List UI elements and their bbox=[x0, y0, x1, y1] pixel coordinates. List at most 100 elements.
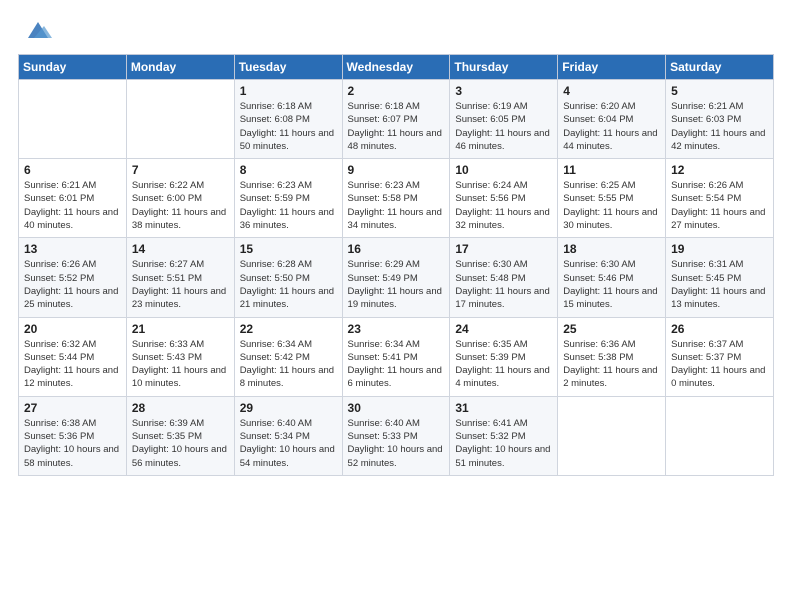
day-cell bbox=[558, 396, 666, 475]
day-number: 29 bbox=[240, 401, 337, 415]
day-cell: 4 Sunrise: 6:20 AMSunset: 6:04 PMDaylight… bbox=[558, 80, 666, 159]
day-number: 4 bbox=[563, 84, 660, 98]
day-cell: 13Sunrise: 6:26 AMSunset: 5:52 PMDayligh… bbox=[19, 238, 127, 317]
day-content: Sunrise: 6:24 AMSunset: 5:56 PMDaylight:… bbox=[455, 179, 552, 232]
day-content: Sunrise: 6:25 AMSunset: 5:55 PMDaylight:… bbox=[563, 179, 660, 232]
day-number: 9 bbox=[348, 163, 445, 177]
calendar-table: SundayMondayTuesdayWednesdayThursdayFrid… bbox=[18, 54, 774, 476]
day-cell bbox=[126, 80, 234, 159]
day-cell: 17 Sunrise: 6:30 AMSunset: 5:48 PMDayligh… bbox=[450, 238, 558, 317]
day-content: Sunrise: 6:30 AMSunset: 5:48 PMDaylight:… bbox=[455, 258, 552, 311]
day-content: Sunrise: 6:27 AMSunset: 5:51 PMDaylight:… bbox=[132, 258, 229, 311]
day-content: Sunrise: 6:21 AMSunset: 6:01 PMDaylight:… bbox=[24, 179, 121, 232]
day-cell: 2 Sunrise: 6:18 AMSunset: 6:07 PMDaylight… bbox=[342, 80, 450, 159]
day-number: 20 bbox=[24, 322, 121, 336]
day-cell bbox=[19, 80, 127, 159]
day-cell: 29 Sunrise: 6:40 AMSunset: 5:34 PMDayligh… bbox=[234, 396, 342, 475]
day-cell: 21Sunrise: 6:33 AMSunset: 5:43 PMDayligh… bbox=[126, 317, 234, 396]
day-cell: 18 Sunrise: 6:30 AMSunset: 5:46 PMDayligh… bbox=[558, 238, 666, 317]
day-number: 26 bbox=[671, 322, 768, 336]
day-content: Sunrise: 6:34 AMSunset: 5:42 PMDaylight:… bbox=[240, 338, 337, 391]
day-content: Sunrise: 6:35 AMSunset: 5:39 PMDaylight:… bbox=[455, 338, 552, 391]
day-number: 3 bbox=[455, 84, 552, 98]
day-content: Sunrise: 6:38 AMSunset: 5:36 PMDaylight:… bbox=[24, 417, 121, 470]
day-cell: 8Sunrise: 6:23 AMSunset: 5:59 PMDaylight… bbox=[234, 159, 342, 238]
col-header-friday: Friday bbox=[558, 55, 666, 80]
day-content: Sunrise: 6:18 AMSunset: 6:07 PMDaylight:… bbox=[348, 100, 445, 153]
day-number: 16 bbox=[348, 242, 445, 256]
day-cell: 9 Sunrise: 6:23 AMSunset: 5:58 PMDaylight… bbox=[342, 159, 450, 238]
day-cell: 20 Sunrise: 6:32 AMSunset: 5:44 PMDayligh… bbox=[19, 317, 127, 396]
day-content: Sunrise: 6:31 AMSunset: 5:45 PMDaylight:… bbox=[671, 258, 768, 311]
day-cell: 1 Sunrise: 6:18 AMSunset: 6:08 PMDaylight… bbox=[234, 80, 342, 159]
day-number: 14 bbox=[132, 242, 229, 256]
day-cell: 10Sunrise: 6:24 AMSunset: 5:56 PMDayligh… bbox=[450, 159, 558, 238]
day-number: 5 bbox=[671, 84, 768, 98]
day-cell: 12 Sunrise: 6:26 AMSunset: 5:54 PMDayligh… bbox=[666, 159, 774, 238]
day-number: 13 bbox=[24, 242, 121, 256]
day-number: 8 bbox=[240, 163, 337, 177]
day-content: Sunrise: 6:29 AMSunset: 5:49 PMDaylight:… bbox=[348, 258, 445, 311]
day-content: Sunrise: 6:19 AMSunset: 6:05 PMDaylight:… bbox=[455, 100, 552, 153]
day-cell: 14 Sunrise: 6:27 AMSunset: 5:51 PMDayligh… bbox=[126, 238, 234, 317]
day-cell: 3 Sunrise: 6:19 AMSunset: 6:05 PMDaylight… bbox=[450, 80, 558, 159]
day-content: Sunrise: 6:36 AMSunset: 5:38 PMDaylight:… bbox=[563, 338, 660, 391]
day-number: 28 bbox=[132, 401, 229, 415]
col-header-wednesday: Wednesday bbox=[342, 55, 450, 80]
day-cell: 6 Sunrise: 6:21 AMSunset: 6:01 PMDaylight… bbox=[19, 159, 127, 238]
day-number: 27 bbox=[24, 401, 121, 415]
day-content: Sunrise: 6:21 AMSunset: 6:03 PMDaylight:… bbox=[671, 100, 768, 153]
day-cell: 16 Sunrise: 6:29 AMSunset: 5:49 PMDayligh… bbox=[342, 238, 450, 317]
day-content: Sunrise: 6:34 AMSunset: 5:41 PMDaylight:… bbox=[348, 338, 445, 391]
day-cell: 23Sunrise: 6:34 AMSunset: 5:41 PMDayligh… bbox=[342, 317, 450, 396]
calendar-page: SundayMondayTuesdayWednesdayThursdayFrid… bbox=[0, 0, 792, 612]
day-content: Sunrise: 6:22 AMSunset: 6:00 PMDaylight:… bbox=[132, 179, 229, 232]
day-number: 31 bbox=[455, 401, 552, 415]
day-content: Sunrise: 6:40 AMSunset: 5:34 PMDaylight:… bbox=[240, 417, 337, 470]
day-number: 21 bbox=[132, 322, 229, 336]
day-content: Sunrise: 6:18 AMSunset: 6:08 PMDaylight:… bbox=[240, 100, 337, 153]
col-header-monday: Monday bbox=[126, 55, 234, 80]
week-row-5: 27 Sunrise: 6:38 AMSunset: 5:36 PMDayligh… bbox=[19, 396, 774, 475]
day-content: Sunrise: 6:32 AMSunset: 5:44 PMDaylight:… bbox=[24, 338, 121, 391]
day-number: 18 bbox=[563, 242, 660, 256]
day-cell: 27 Sunrise: 6:38 AMSunset: 5:36 PMDayligh… bbox=[19, 396, 127, 475]
day-cell: 31Sunrise: 6:41 AMSunset: 5:32 PMDayligh… bbox=[450, 396, 558, 475]
day-cell: 15Sunrise: 6:28 AMSunset: 5:50 PMDayligh… bbox=[234, 238, 342, 317]
day-header-row: SundayMondayTuesdayWednesdayThursdayFrid… bbox=[19, 55, 774, 80]
week-row-2: 6 Sunrise: 6:21 AMSunset: 6:01 PMDaylight… bbox=[19, 159, 774, 238]
day-cell: 26Sunrise: 6:37 AMSunset: 5:37 PMDayligh… bbox=[666, 317, 774, 396]
week-row-3: 13Sunrise: 6:26 AMSunset: 5:52 PMDayligh… bbox=[19, 238, 774, 317]
day-cell: 28 Sunrise: 6:39 AMSunset: 5:35 PMDayligh… bbox=[126, 396, 234, 475]
day-content: Sunrise: 6:20 AMSunset: 6:04 PMDaylight:… bbox=[563, 100, 660, 153]
day-content: Sunrise: 6:23 AMSunset: 5:58 PMDaylight:… bbox=[348, 179, 445, 232]
day-cell bbox=[666, 396, 774, 475]
day-number: 19 bbox=[671, 242, 768, 256]
day-number: 11 bbox=[563, 163, 660, 177]
day-cell: 11 Sunrise: 6:25 AMSunset: 5:55 PMDayligh… bbox=[558, 159, 666, 238]
day-number: 2 bbox=[348, 84, 445, 98]
day-cell: 7 Sunrise: 6:22 AMSunset: 6:00 PMDaylight… bbox=[126, 159, 234, 238]
logo bbox=[18, 16, 52, 44]
col-header-tuesday: Tuesday bbox=[234, 55, 342, 80]
day-number: 6 bbox=[24, 163, 121, 177]
day-number: 7 bbox=[132, 163, 229, 177]
col-header-thursday: Thursday bbox=[450, 55, 558, 80]
week-row-4: 20 Sunrise: 6:32 AMSunset: 5:44 PMDayligh… bbox=[19, 317, 774, 396]
day-cell: 19 Sunrise: 6:31 AMSunset: 5:45 PMDayligh… bbox=[666, 238, 774, 317]
day-number: 17 bbox=[455, 242, 552, 256]
day-number: 15 bbox=[240, 242, 337, 256]
day-number: 25 bbox=[563, 322, 660, 336]
day-cell: 30Sunrise: 6:40 AMSunset: 5:33 PMDayligh… bbox=[342, 396, 450, 475]
day-number: 1 bbox=[240, 84, 337, 98]
day-cell: 25 Sunrise: 6:36 AMSunset: 5:38 PMDayligh… bbox=[558, 317, 666, 396]
day-number: 12 bbox=[671, 163, 768, 177]
day-content: Sunrise: 6:40 AMSunset: 5:33 PMDaylight:… bbox=[348, 417, 445, 470]
logo-icon bbox=[24, 16, 52, 44]
day-content: Sunrise: 6:26 AMSunset: 5:54 PMDaylight:… bbox=[671, 179, 768, 232]
col-header-sunday: Sunday bbox=[19, 55, 127, 80]
col-header-saturday: Saturday bbox=[666, 55, 774, 80]
day-content: Sunrise: 6:30 AMSunset: 5:46 PMDaylight:… bbox=[563, 258, 660, 311]
day-number: 22 bbox=[240, 322, 337, 336]
day-content: Sunrise: 6:39 AMSunset: 5:35 PMDaylight:… bbox=[132, 417, 229, 470]
